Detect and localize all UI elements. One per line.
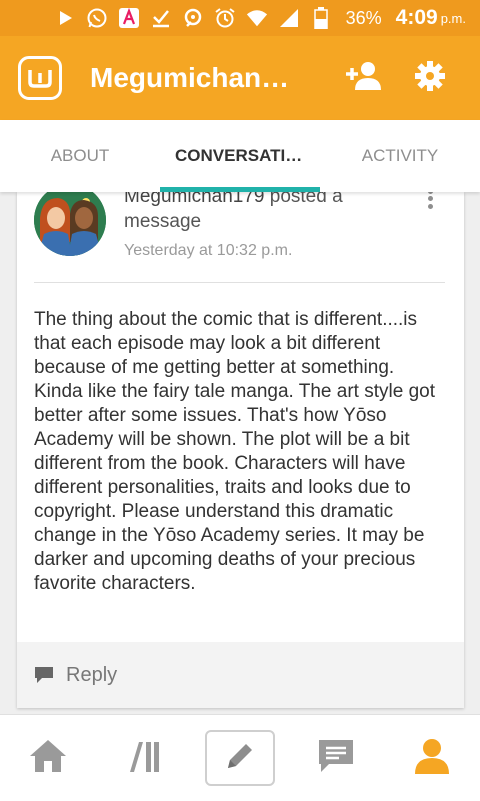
nav-library[interactable] bbox=[96, 715, 192, 801]
tab-activity-label: ACTIVITY bbox=[361, 146, 439, 165]
nav-home[interactable] bbox=[0, 715, 96, 801]
signal-icon bbox=[278, 7, 300, 29]
compose-button[interactable] bbox=[205, 730, 275, 786]
notification-icons bbox=[0, 7, 332, 29]
nav-profile[interactable] bbox=[384, 715, 480, 801]
add-friend-button[interactable] bbox=[342, 56, 386, 100]
reply-label: Reply bbox=[66, 663, 118, 686]
battery-icon bbox=[310, 7, 332, 29]
post-author-name[interactable]: Megumichan179 bbox=[124, 192, 264, 207]
profile-tabs: ABOUT CONVERSATIONS ACTIVITY bbox=[0, 120, 480, 192]
more-options-icon[interactable] bbox=[424, 192, 436, 210]
wiki-logo-icon[interactable] bbox=[18, 56, 62, 100]
amino-icon bbox=[182, 7, 204, 29]
reply-button[interactable]: Reply bbox=[17, 642, 464, 708]
app-bar: Megumichan179 bbox=[0, 36, 480, 120]
play-icon bbox=[54, 7, 76, 29]
post-timestamp: Yesterday at 10:32 p.m. bbox=[124, 242, 293, 259]
library-icon bbox=[126, 738, 162, 779]
tab-about-label: ABOUT bbox=[50, 146, 110, 165]
app-icon bbox=[118, 7, 140, 29]
bottom-nav bbox=[0, 714, 480, 801]
status-bar: 36% 4:09 p.m. bbox=[0, 0, 480, 36]
nav-chats[interactable] bbox=[288, 715, 384, 801]
home-icon bbox=[28, 738, 68, 779]
profile-title: Megumichan179 bbox=[90, 62, 300, 93]
clock-time: 4:09 bbox=[395, 6, 438, 29]
divider bbox=[34, 282, 445, 283]
download-done-icon bbox=[150, 7, 172, 29]
profile-icon bbox=[412, 736, 452, 781]
compose-icon bbox=[224, 740, 256, 777]
reply-icon bbox=[34, 664, 56, 686]
battery-percent: 36% bbox=[345, 7, 382, 28]
whatsapp-icon bbox=[86, 7, 108, 29]
post-body: The thing about the comic that is differ… bbox=[34, 309, 435, 594]
settings-button[interactable] bbox=[408, 56, 452, 100]
tab-conversations[interactable]: CONVERSATIONS bbox=[160, 120, 320, 192]
alarm-icon bbox=[214, 7, 236, 29]
settings-icon bbox=[414, 60, 446, 97]
tab-activity[interactable]: ACTIVITY bbox=[320, 120, 480, 192]
chat-icon bbox=[317, 738, 355, 779]
nav-compose[interactable] bbox=[192, 715, 288, 801]
clock-ampm: p.m. bbox=[440, 10, 466, 26]
tab-conversations-label: CONVERSATIONS bbox=[175, 146, 305, 165]
wifi-icon bbox=[246, 7, 268, 29]
post-card: Megumichan179 posted a message Yesterday… bbox=[17, 192, 464, 708]
tab-about[interactable]: ABOUT bbox=[0, 120, 160, 192]
avatar[interactable] bbox=[34, 192, 106, 256]
post-author-line: Megumichan179 posted a message bbox=[124, 192, 414, 234]
add-friend-icon bbox=[344, 60, 384, 97]
